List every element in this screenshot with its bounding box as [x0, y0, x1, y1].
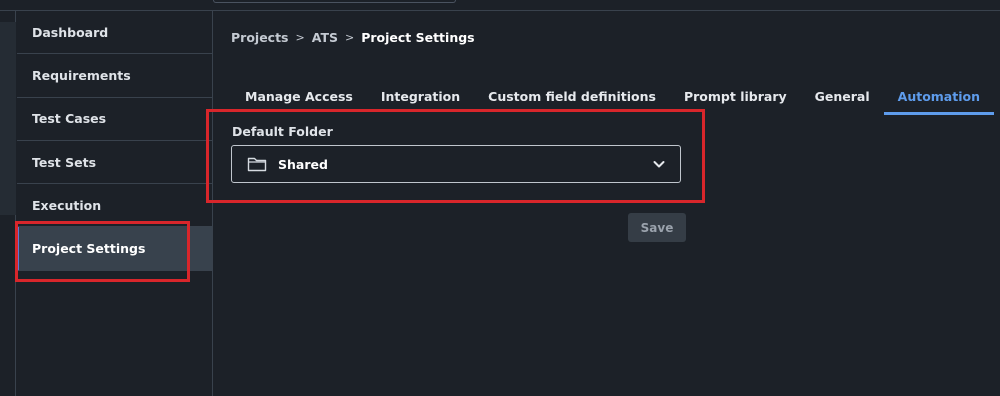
tab-general[interactable]: General — [801, 84, 884, 115]
tab-integration[interactable]: Integration — [367, 84, 474, 115]
sidebar-item-label: Test Cases — [32, 111, 107, 127]
tab-prompt-library[interactable]: Prompt library — [670, 84, 801, 115]
tab-automation[interactable]: Automation — [883, 84, 994, 115]
sidebar-item-requirements[interactable]: Requirements — [17, 54, 212, 98]
breadcrumb-separator: > — [344, 31, 355, 44]
sidebar-item-project-settings[interactable]: Project Settings — [17, 227, 212, 271]
global-search-input[interactable] — [213, 0, 456, 3]
tab-manage-access[interactable]: Manage Access — [231, 84, 367, 115]
sidebar-item-label: Requirements — [32, 67, 131, 83]
top-bar — [0, 0, 1000, 11]
default-folder-select[interactable]: Shared — [231, 145, 681, 183]
sidebar-item-label: Project Settings — [32, 241, 146, 257]
breadcrumb-current: Project Settings — [361, 30, 475, 45]
sidebar-item-label: Test Sets — [32, 154, 97, 170]
save-button[interactable]: Save — [628, 213, 686, 242]
default-folder-value: Shared — [278, 156, 328, 172]
nav-rail-section — [0, 22, 16, 215]
breadcrumb-separator: > — [295, 31, 305, 44]
settings-tabs: Manage Access Integration Custom field d… — [231, 84, 994, 115]
app-root: Dashboard Requirements Test Cases Test S… — [0, 0, 1000, 396]
nav-rail — [0, 11, 16, 396]
sidebar-item-label: Execution — [32, 197, 102, 213]
sidebar-item-label: Dashboard — [32, 24, 109, 40]
folder-icon — [247, 156, 267, 172]
sidebar-item-test-cases[interactable]: Test Cases — [17, 98, 212, 141]
breadcrumb-projects[interactable]: Projects — [231, 30, 289, 45]
sidebar-item-execution[interactable]: Execution — [17, 184, 212, 228]
breadcrumb: Projects > ATS > Project Settings — [231, 30, 475, 45]
tab-custom-field-definitions[interactable]: Custom field definitions — [474, 84, 670, 115]
default-folder-label: Default Folder — [232, 124, 333, 139]
project-sidebar: Dashboard Requirements Test Cases Test S… — [17, 11, 213, 396]
main-content: Projects > ATS > Project Settings Manage… — [214, 11, 1000, 396]
chevron-down-icon — [652, 157, 666, 171]
breadcrumb-ats[interactable]: ATS — [312, 30, 338, 45]
sidebar-item-test-sets[interactable]: Test Sets — [17, 141, 212, 185]
sidebar-item-dashboard[interactable]: Dashboard — [17, 11, 212, 55]
